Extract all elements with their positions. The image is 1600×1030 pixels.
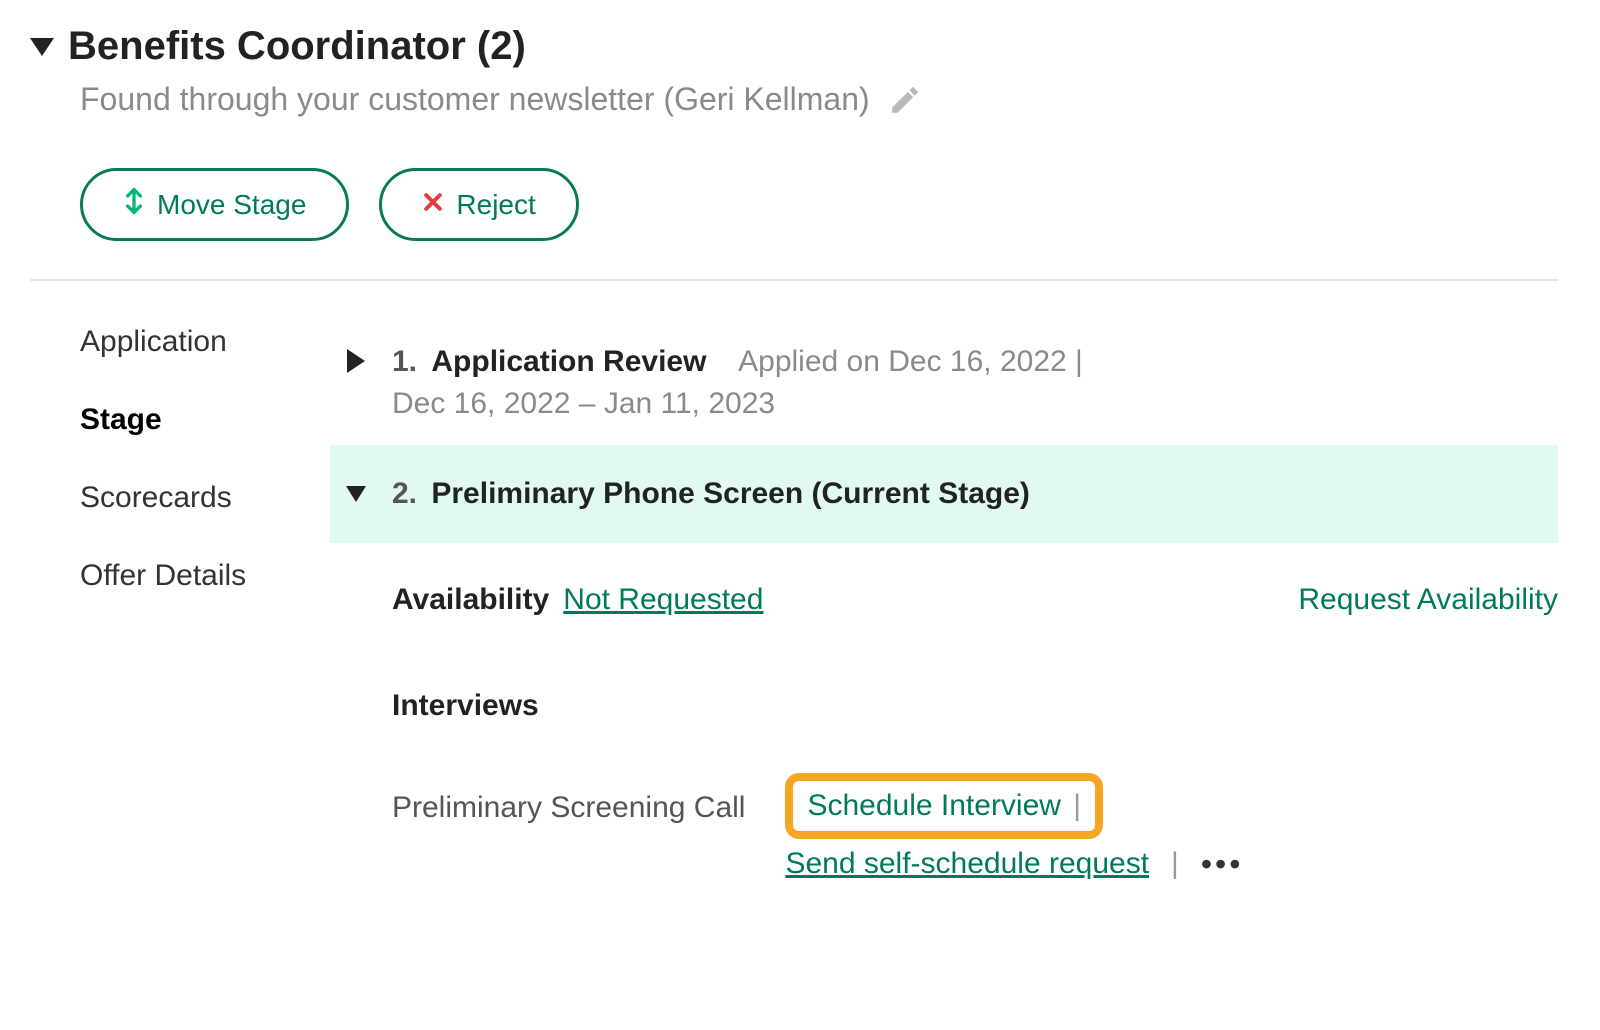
interviews-heading: Interviews [392, 689, 1558, 723]
move-arrows-icon [123, 187, 145, 222]
move-stage-label: Move Stage [157, 189, 306, 221]
stage-date-range: Dec 16, 2022 – Jan 11, 2023 [392, 387, 775, 420]
stage-applied-on: Applied on Dec 16, 2022 | [738, 345, 1083, 378]
schedule-interview-link[interactable]: Schedule Interview [807, 789, 1060, 823]
stage-row-phone-screen[interactable]: 2. Preliminary Phone Screen (Current Sta… [330, 445, 1558, 543]
edit-pencil-icon[interactable] [888, 83, 922, 117]
stage-name: Preliminary Phone Screen (Current Stage) [431, 477, 1030, 510]
sidenav-stage[interactable]: Stage [80, 403, 330, 437]
collapse-caret-icon[interactable] [30, 38, 54, 56]
schedule-interview-highlight: Schedule Interview | [785, 773, 1103, 839]
stage-number: 2. [392, 477, 417, 510]
separator: | [1171, 847, 1179, 881]
stage-name: Application Review [431, 345, 706, 378]
job-title: Benefits Coordinator (2) [68, 24, 526, 69]
side-nav: Application Stage Scorecards Offer Detai… [30, 321, 330, 881]
stage-row-application-review[interactable]: 1. Application Review Applied on Dec 16,… [330, 321, 1558, 445]
x-icon [422, 189, 444, 220]
more-actions-icon[interactable]: ••• [1201, 848, 1244, 880]
reject-button[interactable]: Reject [379, 168, 578, 241]
separator: | [1065, 789, 1081, 823]
reject-label: Reject [456, 189, 535, 221]
stage-number: 1. [392, 345, 417, 378]
sidenav-scorecards[interactable]: Scorecards [80, 481, 330, 515]
source-subtitle: Found through your customer newsletter (… [80, 81, 870, 118]
availability-status-link[interactable]: Not Requested [563, 583, 763, 617]
availability-label: Availability [392, 583, 549, 617]
send-self-schedule-link[interactable]: Send self-schedule request [785, 847, 1149, 881]
request-availability-link[interactable]: Request Availability [1298, 583, 1558, 617]
caret-right-icon [347, 349, 365, 373]
interview-name: Preliminary Screening Call [392, 773, 745, 825]
caret-down-icon [346, 486, 366, 502]
sidenav-application[interactable]: Application [80, 325, 330, 359]
sidenav-offer-details[interactable]: Offer Details [80, 559, 330, 593]
move-stage-button[interactable]: Move Stage [80, 168, 349, 241]
